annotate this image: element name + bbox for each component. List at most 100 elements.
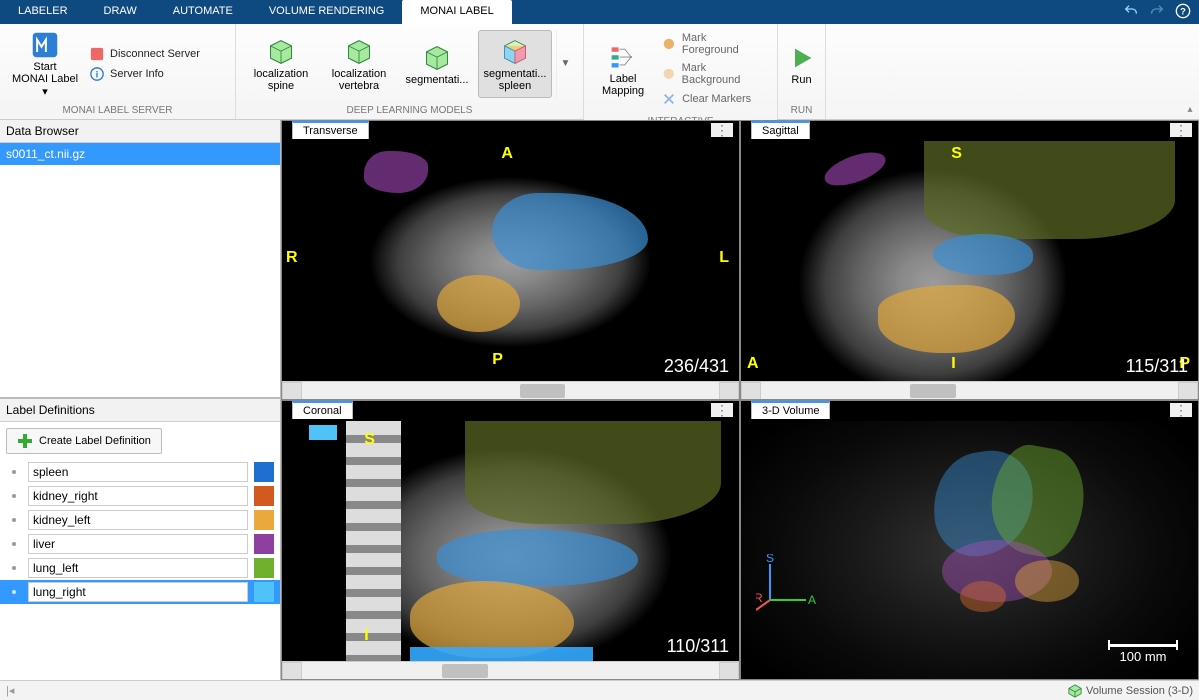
visibility-icon[interactable] xyxy=(6,563,22,573)
start-monai-button[interactable]: Start MONAI Label ▾ xyxy=(8,30,82,98)
data-browser-header: Data Browser xyxy=(0,120,280,143)
model-segmentation-spleen[interactable]: segmentati... spleen xyxy=(478,30,552,98)
slice-counter-coronal: 110/311 xyxy=(667,636,729,657)
session-label: Volume Session (3-D) xyxy=(1086,685,1193,697)
transverse-canvas[interactable]: A R L P 236/431 xyxy=(282,141,739,399)
orient-i2: I xyxy=(364,627,368,645)
label-row-liver[interactable]: liver xyxy=(0,532,280,556)
label-mapping-button[interactable]: Label Mapping xyxy=(592,35,654,103)
cube-color-icon xyxy=(501,38,529,66)
view-menu-transverse[interactable]: ⋮ xyxy=(711,123,733,137)
visibility-icon[interactable] xyxy=(6,539,22,549)
view-menu-3d[interactable]: ⋮ xyxy=(1170,403,1192,417)
label-color-swatch[interactable] xyxy=(254,582,274,602)
start-label-2: MONAI Label ▾ xyxy=(9,73,81,98)
redo-icon[interactable] xyxy=(1149,3,1165,22)
plus-icon xyxy=(17,433,33,449)
clear-markers: Clear Markers xyxy=(662,92,765,106)
label-row-spleen[interactable]: spleen xyxy=(0,460,280,484)
label-name-input[interactable]: liver xyxy=(28,534,248,554)
models-dropdown[interactable]: ▼ xyxy=(556,30,574,98)
label-name-input[interactable]: lung_left xyxy=(28,558,248,578)
view-tab-3d[interactable]: 3-D Volume xyxy=(751,401,830,419)
visibility-icon[interactable] xyxy=(6,515,22,525)
cube-icon xyxy=(267,38,295,66)
file-row[interactable]: s0011_ct.nii.gz xyxy=(0,143,280,165)
view-3d-volume[interactable]: 3-D Volume ⋮ S A R 100 mm xyxy=(740,400,1199,680)
undo-icon[interactable] xyxy=(1123,3,1139,22)
back-icon[interactable]: |◂ xyxy=(6,684,14,697)
orient-s2: S xyxy=(364,431,375,449)
sagittal-canvas[interactable]: S I A P 115/311 xyxy=(741,141,1198,399)
orient-p: P xyxy=(492,351,503,369)
tabstrip: LABELER DRAW AUTOMATE VOLUME RENDERING M… xyxy=(0,0,1199,24)
tab-draw[interactable]: DRAW xyxy=(86,0,155,24)
label-definitions-header: Label Definitions xyxy=(0,399,280,422)
bg-icon xyxy=(662,67,676,81)
svg-text:i: i xyxy=(96,69,99,80)
orient-i: I xyxy=(951,355,955,373)
label-row-kidney_right[interactable]: kidney_right xyxy=(0,484,280,508)
left-pane: Data Browser s0011_ct.nii.gz Label Defin… xyxy=(0,120,281,680)
data-browser-panel: Data Browser s0011_ct.nii.gz xyxy=(0,120,280,398)
scrollbar-sagittal[interactable] xyxy=(741,381,1198,399)
label-name-input[interactable]: lung_right xyxy=(28,582,248,602)
slice-counter-sagittal: 115/311 xyxy=(1126,356,1188,377)
scrollbar-transverse[interactable] xyxy=(282,381,739,399)
cube-icon xyxy=(345,38,373,66)
run-button[interactable]: Run xyxy=(786,30,817,98)
mark-foreground: Mark Foreground xyxy=(662,32,765,56)
start-label-1: Start xyxy=(33,61,56,73)
label-row-kidney_left[interactable]: kidney_left xyxy=(0,508,280,532)
model-segmentation[interactable]: segmentati... xyxy=(400,30,474,98)
scale-bar: 100 mm xyxy=(1108,644,1178,664)
ribbon-collapse[interactable]: ▴ xyxy=(1181,24,1199,119)
label-name-input[interactable]: kidney_right xyxy=(28,486,248,506)
tab-volume-rendering[interactable]: VOLUME RENDERING xyxy=(251,0,403,24)
label-color-swatch[interactable] xyxy=(254,534,274,554)
views-grid: Transverse ⋮ A R L P 236/431 Sagittal ⋮ xyxy=(281,120,1199,680)
monai-icon xyxy=(31,31,59,59)
model-localization-vertebra[interactable]: localization vertebra xyxy=(322,30,396,98)
axes-3d: S A R xyxy=(756,554,816,619)
label-color-swatch[interactable] xyxy=(254,510,274,530)
tabstrip-actions: ? xyxy=(1123,0,1199,24)
disconnect-icon xyxy=(90,47,104,61)
view-coronal[interactable]: Coronal ⋮ S I 110/311 xyxy=(281,400,740,680)
model-localization-spine[interactable]: localization spine xyxy=(244,30,318,98)
tab-labeler[interactable]: LABELER xyxy=(0,0,86,24)
view-menu-sagittal[interactable]: ⋮ xyxy=(1170,123,1192,137)
run-group-label: RUN xyxy=(778,103,825,119)
orient-a: A xyxy=(501,145,513,163)
tab-automate[interactable]: AUTOMATE xyxy=(155,0,251,24)
cube-icon xyxy=(423,44,451,72)
slice-counter-transverse: 236/431 xyxy=(664,356,729,377)
visibility-icon[interactable] xyxy=(6,491,22,501)
label-row-lung_right[interactable]: lung_right xyxy=(0,580,280,604)
coronal-canvas[interactable]: S I 110/311 xyxy=(282,421,739,679)
visibility-icon[interactable] xyxy=(6,467,22,477)
label-row-lung_left[interactable]: lung_left xyxy=(0,556,280,580)
label-color-swatch[interactable] xyxy=(254,486,274,506)
help-icon[interactable]: ? xyxy=(1175,3,1191,22)
tab-monai-label[interactable]: MONAI LABEL xyxy=(402,0,511,24)
session-cube-icon xyxy=(1068,684,1082,698)
label-color-swatch[interactable] xyxy=(254,558,274,578)
label-color-swatch[interactable] xyxy=(254,462,274,482)
view-tab-sagittal[interactable]: Sagittal xyxy=(751,121,810,139)
view-transverse[interactable]: Transverse ⋮ A R L P 236/431 xyxy=(281,120,740,400)
volume-canvas[interactable]: S A R 100 mm xyxy=(741,421,1198,679)
view-sagittal[interactable]: Sagittal ⋮ S I A P 115/311 xyxy=(740,120,1199,400)
create-label-button[interactable]: Create Label Definition xyxy=(6,428,162,454)
disconnect-server-link[interactable]: Disconnect Server xyxy=(90,47,200,61)
label-name-input[interactable]: kidney_left xyxy=(28,510,248,530)
view-menu-coronal[interactable]: ⋮ xyxy=(711,403,733,417)
view-tab-transverse[interactable]: Transverse xyxy=(292,121,369,139)
server-info-link[interactable]: i Server Info xyxy=(90,67,200,81)
statusbar: |◂ Volume Session (3-D) xyxy=(0,680,1199,700)
view-tab-coronal[interactable]: Coronal xyxy=(292,401,353,419)
label-definitions-panel: Label Definitions Create Label Definitio… xyxy=(0,398,280,680)
visibility-icon[interactable] xyxy=(6,587,22,597)
label-name-input[interactable]: spleen xyxy=(28,462,248,482)
scrollbar-coronal[interactable] xyxy=(282,661,739,679)
